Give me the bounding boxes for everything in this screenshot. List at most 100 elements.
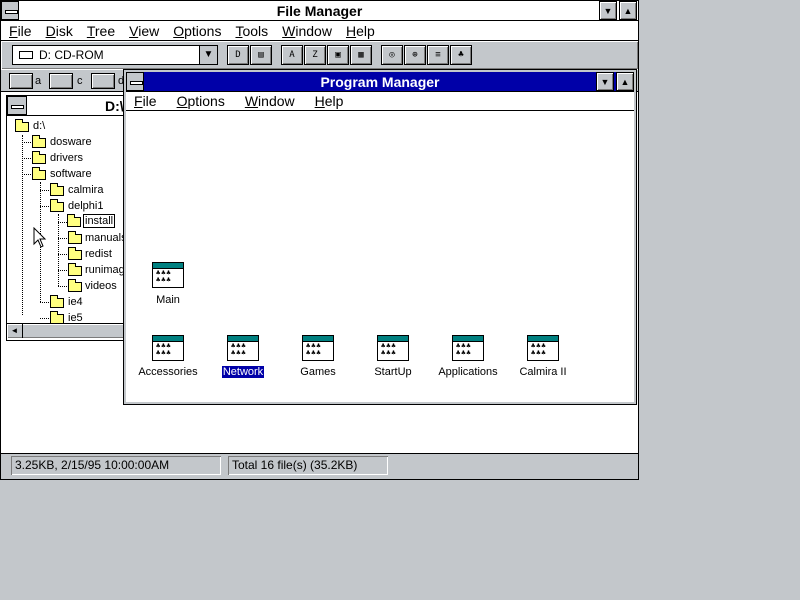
status-total: Total 16 file(s) (35.2KB): [228, 456, 388, 475]
folder-icon: [32, 151, 46, 164]
program-manager-system-menu-icon[interactable]: [126, 72, 144, 91]
tree-root[interactable]: d:\: [33, 120, 45, 132]
fm-menu-window[interactable]: Window: [282, 22, 332, 40]
tree-branch: [22, 142, 31, 143]
scroll-left-arrow-icon[interactable]: ◄: [7, 324, 23, 338]
file-manager-system-menu-icon[interactable]: [1, 1, 19, 20]
tree-branch: [58, 286, 67, 287]
tree-item-install[interactable]: install: [83, 214, 116, 228]
tree-horizontal-scrollbar[interactable]: ◄: [7, 323, 133, 338]
connect-drive-button[interactable]: D: [227, 45, 249, 65]
group-network-text[interactable]: Network: [221, 366, 265, 378]
tree-item-videos[interactable]: videos: [85, 280, 117, 292]
sort-size-button[interactable]: ▣: [327, 45, 349, 65]
folder-icon: [32, 135, 46, 148]
pm-menu-window[interactable]: Window: [245, 92, 295, 110]
program-group-icon[interactable]: ♣♣♣ ♣♣♣: [227, 335, 259, 361]
file-manager-maximize-button[interactable]: ▲: [619, 1, 637, 20]
fm-menu-view[interactable]: View: [129, 22, 159, 40]
program-group-icon[interactable]: ♣♣♣ ♣♣♣: [452, 335, 484, 361]
tree-item-calmira[interactable]: calmira: [68, 184, 103, 196]
program-group-icon[interactable]: ♣♣♣ ♣♣♣: [527, 335, 559, 361]
folder-icon: [32, 167, 46, 180]
tree-branch: [40, 206, 49, 207]
program-manager-titlebar[interactable]: Program Manager: [126, 72, 634, 92]
program-manager-title: Program Manager: [320, 74, 440, 90]
disconnect-drive-button[interactable]: ▤: [250, 45, 272, 65]
open-folder-icon: [67, 214, 81, 227]
dropdown-arrow-icon[interactable]: ▼: [199, 46, 217, 64]
tree-branch: [40, 302, 49, 303]
folder-icon: [68, 263, 82, 276]
status-total-text: Total 16 file(s) (35.2KB): [232, 458, 358, 472]
group-main-label[interactable]: Main: [123, 294, 213, 306]
folder-icon: [68, 231, 82, 244]
drive-select-value: D: CD-ROM: [39, 48, 104, 62]
sort-date-button[interactable]: ▦: [350, 45, 372, 65]
program-group-icon[interactable]: ♣♣♣ ♣♣♣: [377, 335, 409, 361]
file-manager-menubar: File Disk Tree View Options Tools Window Help: [1, 22, 638, 41]
program-group-icon[interactable]: ♣♣♣ ♣♣♣: [302, 335, 334, 361]
folder-icon: [50, 183, 64, 196]
tree-branch: [22, 174, 31, 175]
directory-path-title: D:\: [105, 98, 124, 114]
tree-item-dosware[interactable]: dosware: [50, 136, 92, 148]
program-manager-minimize-button[interactable]: ▼: [596, 72, 614, 91]
tree-branch: [58, 254, 67, 255]
program-group-icon[interactable]: ♣♣♣ ♣♣♣: [152, 335, 184, 361]
drive-d-icon[interactable]: [91, 73, 115, 89]
tree-branch: [58, 238, 67, 239]
tool-button-3[interactable]: ≡: [427, 45, 449, 65]
drive-c-label[interactable]: c: [77, 75, 83, 87]
program-manager-maximize-button[interactable]: ▲: [616, 72, 634, 91]
file-manager-minimize-button[interactable]: ▼: [599, 1, 617, 20]
status-selection: 3.25KB, 2/15/95 10:00:00AM: [11, 456, 221, 475]
fm-menu-options[interactable]: Options: [173, 22, 221, 40]
folder-icon: [50, 295, 64, 308]
fm-menu-tools[interactable]: Tools: [235, 22, 268, 40]
tree-item-ie4[interactable]: ie4: [68, 296, 83, 308]
drive-icon: [19, 51, 33, 59]
tree-branch: [58, 222, 67, 223]
program-manager-window: Program Manager ▼ ▲ File Options Window Hel…: [123, 69, 637, 405]
tree-line-root: [22, 135, 23, 315]
folder-icon: [50, 311, 64, 324]
program-group-icon[interactable]: ♣♣♣ ♣♣♣: [152, 262, 184, 288]
tool-button-1[interactable]: ◎: [381, 45, 403, 65]
fm-menu-help[interactable]: Help: [346, 22, 375, 40]
program-manager-menubar: File Options Window Help: [126, 92, 634, 111]
tree-item-manuals[interactable]: manuals: [85, 232, 127, 244]
sort-type-button[interactable]: Z: [304, 45, 326, 65]
fm-menu-file[interactable]: File: [9, 22, 32, 40]
tree-item-delphi1[interactable]: delphi1: [68, 200, 103, 212]
folder-icon: [68, 279, 82, 292]
file-manager-title: File Manager: [276, 3, 363, 19]
tool-button-2[interactable]: ⊕: [404, 45, 426, 65]
arrow-cursor-icon: [33, 227, 47, 248]
fm-menu-tree[interactable]: Tree: [87, 22, 115, 40]
tree-item-drivers[interactable]: drivers: [50, 152, 83, 164]
drive-a-label[interactable]: a: [35, 75, 41, 87]
folder-icon: [15, 119, 29, 132]
sort-name-button[interactable]: A: [281, 45, 303, 65]
drive-a-icon[interactable]: [9, 73, 33, 89]
tree-item-software[interactable]: software: [50, 168, 92, 180]
tool-button-4[interactable]: ♣: [450, 45, 472, 65]
pm-menu-file[interactable]: File: [134, 92, 157, 110]
pm-menu-options[interactable]: Options: [177, 92, 225, 110]
folder-icon: [68, 247, 82, 260]
tree-line-delphi1: [58, 214, 59, 286]
pm-menu-help[interactable]: Help: [315, 92, 344, 110]
file-manager-titlebar[interactable]: File Manager: [1, 1, 638, 21]
status-selection-text: 3.25KB, 2/15/95 10:00:00AM: [15, 458, 170, 472]
directory-window-system-menu-icon[interactable]: [7, 96, 27, 115]
tree-item-redist[interactable]: redist: [85, 248, 112, 260]
drive-c-icon[interactable]: [49, 73, 73, 89]
tree-branch: [22, 158, 31, 159]
tree-branch: [40, 318, 49, 319]
tree-branch: [40, 190, 49, 191]
group-calmira-label[interactable]: Calmira II: [498, 366, 588, 378]
fm-menu-disk[interactable]: Disk: [46, 22, 73, 40]
tree-item-ie5[interactable]: ie5: [68, 312, 83, 324]
drive-select[interactable]: D: CD-ROM ▼: [12, 45, 218, 65]
